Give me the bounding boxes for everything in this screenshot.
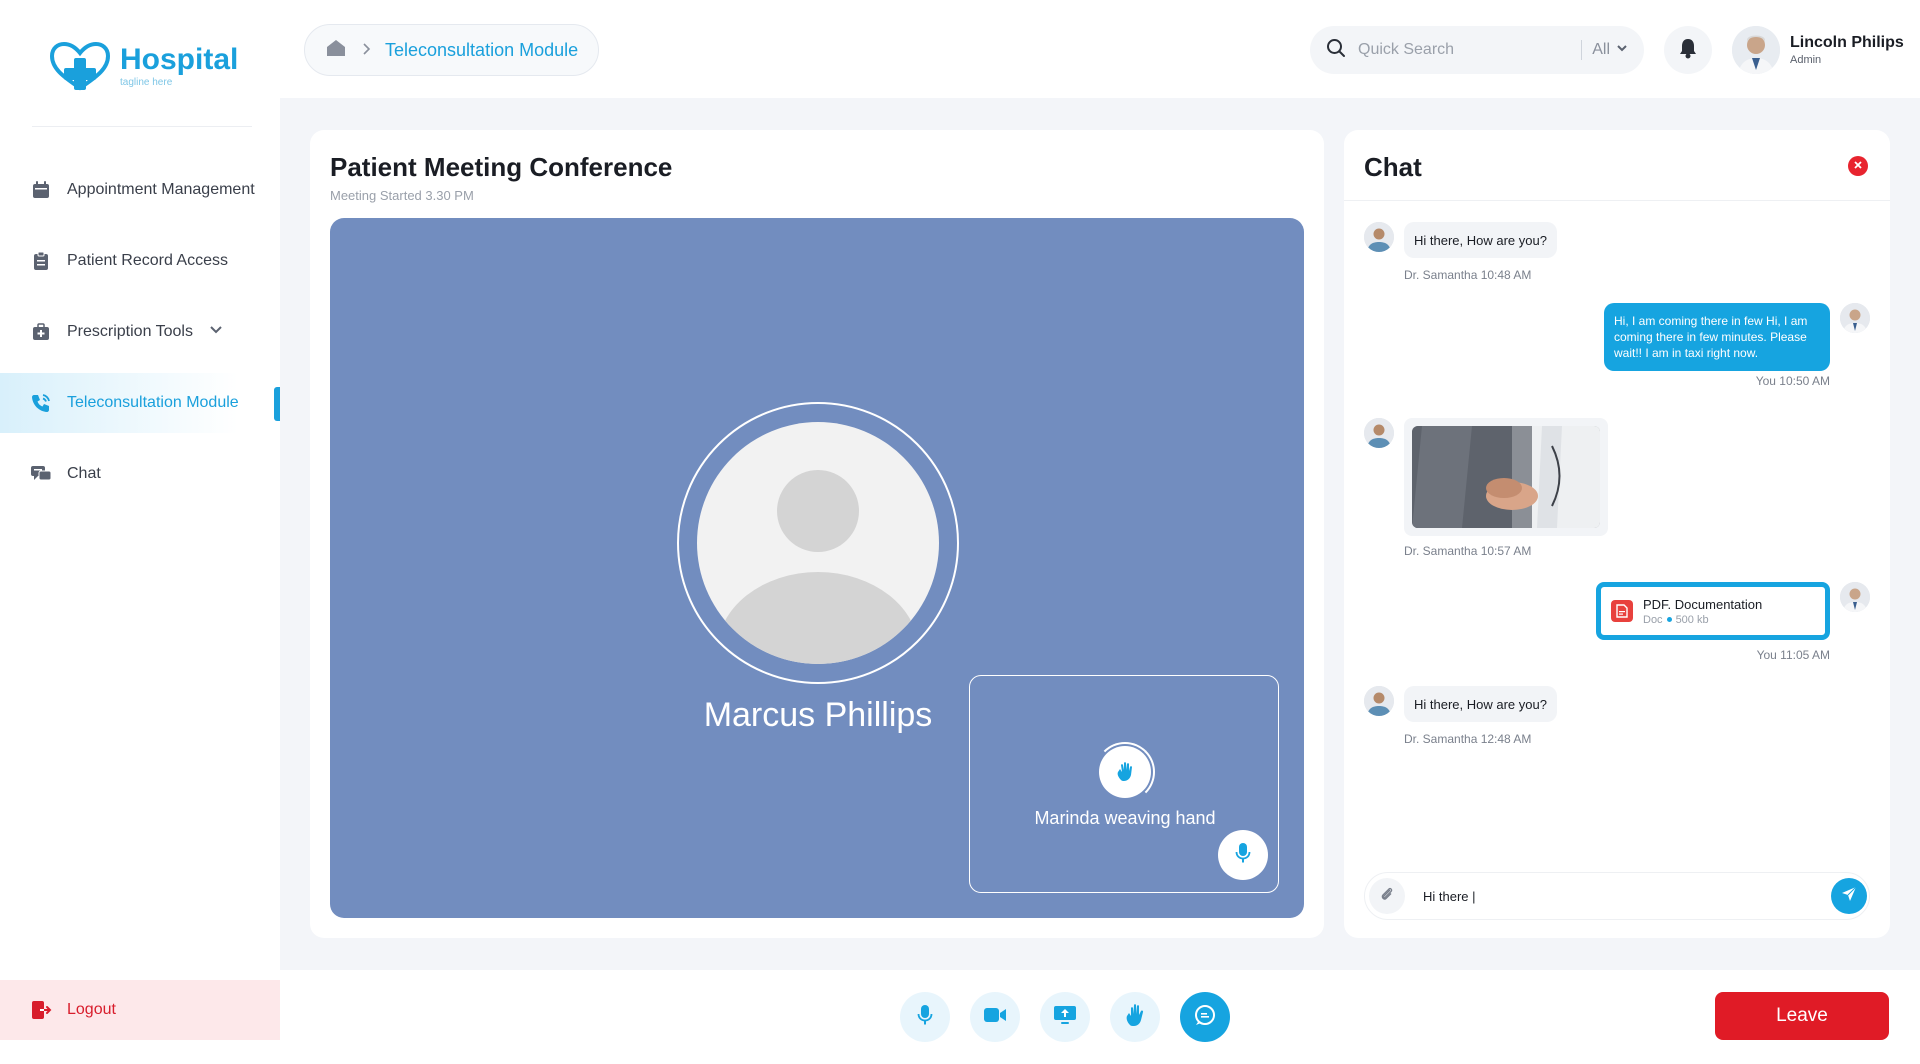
raise-hand-button[interactable] [1110, 992, 1160, 1042]
sidebar: Hospital tagline here Appointment Manage… [0, 0, 280, 1064]
file-size: 500 kb [1675, 613, 1709, 626]
screen-share-icon [1053, 1005, 1077, 1030]
microphone-icon [917, 1004, 933, 1031]
notifications-button[interactable] [1664, 26, 1712, 74]
search-icon [1326, 38, 1346, 63]
microphone-icon [1235, 842, 1251, 869]
sidebar-item-label: Chat [67, 465, 101, 482]
video-camera-icon [983, 1006, 1007, 1029]
user-role: Admin [1790, 54, 1822, 66]
bell-icon [1678, 37, 1698, 64]
chat-icon [1193, 1003, 1217, 1032]
file-type: Doc [1643, 613, 1663, 626]
sidebar-item-appointment-management[interactable]: Appointment Management [0, 160, 280, 220]
call-controls: Leave [280, 970, 1920, 1064]
raise-hand-icon [1124, 1003, 1146, 1032]
avatar [1732, 26, 1780, 74]
brand-name: Hospital [120, 42, 239, 76]
sidebar-item-patient-record-access[interactable]: Patient Record Access [0, 231, 280, 291]
message-composer [1364, 872, 1870, 920]
message-input[interactable] [1423, 888, 1831, 904]
close-button[interactable] [1848, 156, 1868, 176]
participant-status: Marinda weaving hand [1034, 808, 1216, 828]
shared-photo [1412, 426, 1600, 528]
avatar [1840, 582, 1870, 612]
leave-button[interactable]: Leave [1715, 992, 1889, 1040]
camera-button[interactable] [970, 992, 1020, 1042]
chat-toggle-button[interactable] [1180, 992, 1230, 1042]
participant-tile[interactable]: Marinda weaving hand [969, 675, 1279, 893]
meeting-panel: Patient Meeting Conference Meeting Start… [310, 130, 1324, 938]
file-name: PDF. Documentation [1643, 596, 1763, 612]
paperclip-icon [1379, 886, 1395, 907]
screen-share-button[interactable] [1040, 992, 1090, 1042]
message-bubble: Hi there, How are you? [1404, 222, 1557, 258]
avatar [1840, 303, 1870, 333]
sidebar-nav: Appointment Management Patient Record Ac… [0, 160, 280, 515]
close-icon [1853, 157, 1863, 175]
sidebar-item-label: Patient Record Access [67, 252, 228, 269]
quick-search: Quick Search All [1310, 26, 1644, 74]
heart-cross-logo-icon [49, 41, 111, 91]
meeting-start-time: Meeting Started 3.30 PM [330, 188, 474, 203]
chevron-down-icon [1616, 41, 1628, 59]
send-icon [1840, 885, 1858, 908]
chat-title: Chat [1364, 152, 1422, 182]
user-placeholder-icon [697, 422, 939, 664]
sidebar-item-teleconsultation-module[interactable]: Teleconsultation Module [0, 373, 280, 433]
medical-kit-icon [30, 321, 52, 343]
logout-icon [30, 999, 52, 1021]
search-filter-value: All [1592, 41, 1610, 58]
sidebar-item-label: Appointment Management [67, 181, 255, 198]
brand-tagline: tagline here [120, 76, 173, 88]
message-bubble: Hi, I am coming there in few Hi, I am co… [1604, 303, 1830, 371]
participant-mic-button[interactable] [1218, 830, 1268, 880]
message-meta: You 11:05 AM [1756, 648, 1830, 662]
pdf-file-icon [1611, 600, 1633, 622]
chevron-right-icon [361, 42, 371, 58]
image-message[interactable] [1404, 418, 1608, 536]
sidebar-item-prescription-tools[interactable]: Prescription Tools [0, 302, 280, 362]
chat-panel: Chat Hi there, How are you? Dr. Samantha… [1344, 130, 1890, 938]
avatar [1364, 686, 1394, 716]
divider [1581, 40, 1583, 60]
sidebar-item-chat[interactable]: Chat [0, 444, 280, 504]
logout-label: Logout [67, 1001, 116, 1018]
participant-avatar-ring [677, 402, 959, 684]
sidebar-item-label: Teleconsultation Module [67, 394, 239, 411]
avatar [1364, 222, 1394, 252]
chat-bubbles-icon [30, 463, 52, 485]
breadcrumb: Teleconsultation Module [304, 24, 600, 76]
sidebar-item-label: Prescription Tools [67, 323, 193, 340]
logo[interactable]: Hospital tagline here [44, 38, 238, 94]
message-bubble: Hi there, How are you? [1404, 686, 1557, 722]
top-bar: Teleconsultation Module Quick Search All… [280, 0, 1920, 98]
calendar-icon [30, 179, 52, 201]
message-meta: You 10:50 AM [1755, 374, 1830, 388]
page-title: Patient Meeting Conference [330, 152, 673, 182]
message-meta: Dr. Samantha 12:48 AM [1404, 732, 1532, 746]
user-profile[interactable]: Lincoln Philips Admin [1732, 26, 1904, 74]
attach-button[interactable] [1369, 878, 1405, 914]
send-button[interactable] [1831, 878, 1867, 914]
search-filter-dropdown[interactable]: All [1592, 41, 1628, 59]
message-meta: Dr. Samantha 10:57 AM [1404, 544, 1532, 558]
logout-button[interactable]: Logout [0, 980, 280, 1040]
chevron-down-icon[interactable] [209, 323, 223, 342]
clipboard-icon [30, 250, 52, 272]
divider [1344, 200, 1890, 201]
file-attachment[interactable]: PDF. Documentation Doc 500 kb [1596, 582, 1830, 640]
waving-hand-icon [1095, 742, 1155, 802]
video-stage: Marcus Phillips Marinda weaving hand [330, 218, 1304, 918]
home-icon[interactable] [325, 38, 347, 63]
phone-icon [30, 392, 52, 414]
user-name: Lincoln Philips [1790, 34, 1904, 51]
mute-button[interactable] [900, 992, 950, 1042]
divider [32, 126, 252, 127]
breadcrumb-current[interactable]: Teleconsultation Module [385, 40, 578, 61]
message-meta: Dr. Samantha 10:48 AM [1404, 268, 1532, 282]
avatar [1364, 418, 1394, 448]
separator-dot [1666, 617, 1672, 622]
search-input[interactable]: Quick Search [1358, 41, 1581, 59]
